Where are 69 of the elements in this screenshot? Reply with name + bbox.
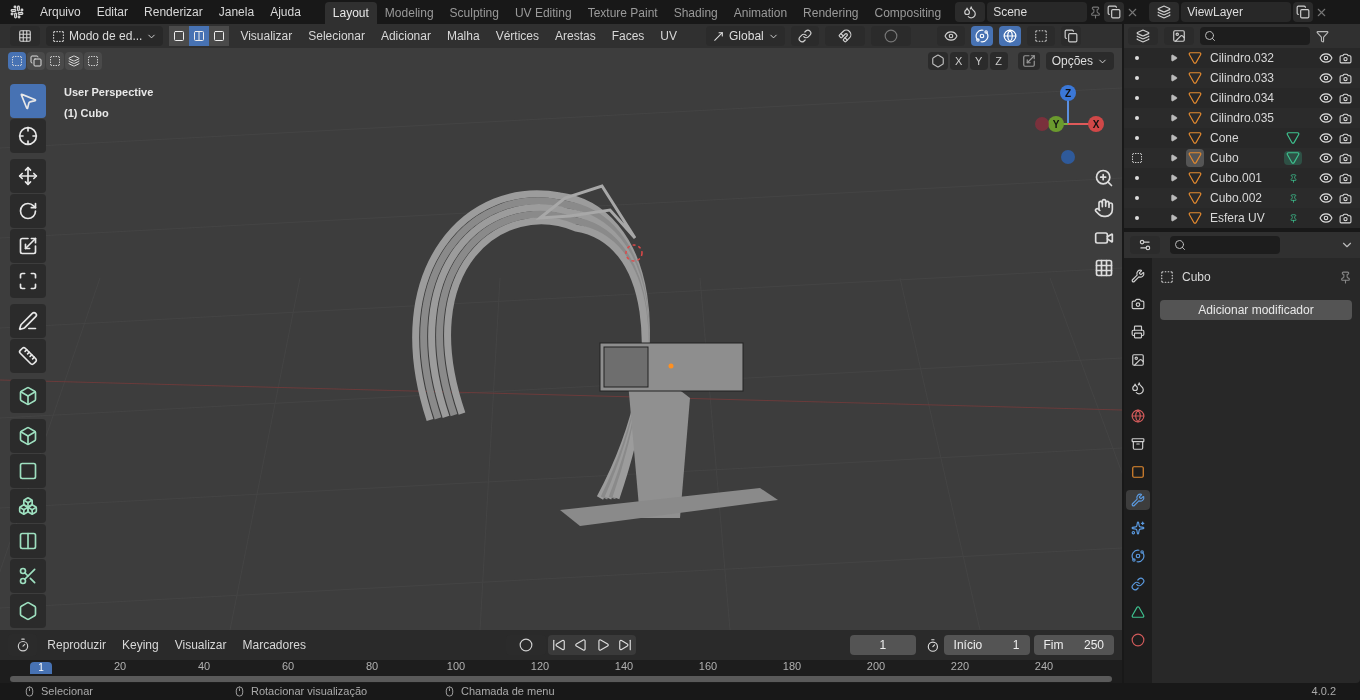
- menu-item[interactable]: Visualizar: [235, 27, 298, 45]
- frame-tick-label: 160: [698, 660, 718, 673]
- orientation-dropdown[interactable]: Global: [706, 26, 785, 46]
- workspace-tab[interactable]: Modeling: [376, 2, 442, 24]
- menu-item[interactable]: Visualizar: [168, 636, 233, 654]
- object-name: Cone: [1210, 130, 1240, 147]
- active-object-label: (1) Cubo: [64, 105, 110, 121]
- view-perspective-label: User Perspective: [64, 85, 154, 100]
- axis-gizmo[interactable]: Z Y X: [1030, 84, 1110, 168]
- status-hint: Selecionar: [41, 684, 93, 700]
- object-name: Cilindro.032: [1210, 50, 1276, 67]
- frame-tick-label: 120: [530, 660, 550, 673]
- frame-tick-label: 240: [1034, 660, 1054, 673]
- menu-item[interactable]: Keying: [116, 636, 165, 654]
- end-frame-field[interactable]: Fim 250: [1033, 635, 1114, 655]
- menu-item[interactable]: Editar: [88, 3, 137, 21]
- menu-item[interactable]: UV: [655, 27, 683, 45]
- workspace-tab[interactable]: UV Editing: [506, 2, 580, 24]
- add-modifier-button[interactable]: Adicionar modificador: [1160, 300, 1352, 320]
- menu-item[interactable]: Malha: [441, 27, 485, 45]
- axis-toggle[interactable]: Y: [969, 52, 988, 70]
- menu-item[interactable]: Reproduzir: [41, 636, 112, 654]
- current-frame-field[interactable]: 1: [849, 635, 916, 655]
- view-layer-field[interactable]: ViewLayer: [1181, 2, 1292, 22]
- frame-tick-label: 140: [614, 660, 634, 673]
- object-name: Cilindro.034: [1210, 90, 1276, 107]
- menu-item[interactable]: Renderizar: [136, 3, 211, 21]
- status-hint: Rotacionar visualização: [251, 684, 368, 700]
- status-hint: Chamada de menu: [461, 684, 555, 700]
- object-name: Cilindro.033: [1210, 70, 1276, 87]
- object-name: Cubo.002: [1210, 190, 1264, 207]
- mode-dropdown[interactable]: Modo de ed...: [46, 26, 164, 46]
- frame-tick-label: 200: [866, 660, 886, 673]
- scene-field[interactable]: Scene: [987, 2, 1088, 22]
- object-name: Esfera UV: [1210, 210, 1266, 227]
- menu-item[interactable]: Faces: [606, 27, 650, 45]
- axis-toggle[interactable]: X: [949, 52, 968, 70]
- frame-tick-label: 180: [782, 660, 802, 673]
- menu-item[interactable]: Ajuda: [262, 3, 309, 21]
- frame-tick-label: 100: [446, 660, 466, 673]
- start-frame-field[interactable]: Início 1: [943, 635, 1030, 655]
- menu-item[interactable]: Vértices: [490, 27, 544, 45]
- workspace-tab[interactable]: Shading: [665, 2, 726, 24]
- workspace-tab[interactable]: Texture Paint: [579, 2, 666, 24]
- object-name: Cubo.001: [1210, 170, 1264, 187]
- object-name: Cilindro.035: [1210, 110, 1276, 127]
- version-label: 4.0.2: [1311, 684, 1336, 700]
- menu-item[interactable]: Marcadores: [236, 636, 312, 654]
- menu-item[interactable]: Adicionar: [375, 27, 436, 45]
- menu-item[interactable]: Selecionar: [303, 27, 370, 45]
- frame-tick-label: 20: [113, 660, 127, 673]
- object-name: Cubo: [1182, 269, 1211, 286]
- axis-toggle[interactable]: Z: [989, 52, 1008, 70]
- frame-tick-label: 40: [197, 660, 211, 673]
- workspace-tab[interactable]: Compositing: [866, 2, 950, 24]
- workspace-tab[interactable]: Sculpting: [441, 2, 507, 24]
- frame-tick-label: 220: [950, 660, 970, 673]
- object-name: Cubo: [1210, 150, 1240, 167]
- workspace-tab[interactable]: Animation: [725, 2, 796, 24]
- workspace-tab[interactable]: Rendering: [795, 2, 867, 24]
- menu-item[interactable]: Janela: [210, 3, 263, 21]
- frame-marker: 1: [30, 662, 52, 674]
- options-dropdown[interactable]: Opções: [1045, 52, 1114, 70]
- viewport[interactable]: X Y Z Opções User Perspective (1) Cubo Z Y X: [0, 48, 1122, 630]
- frame-tick-label: 80: [365, 660, 379, 673]
- menu-item[interactable]: Arestas: [550, 27, 601, 45]
- menu-item[interactable]: Arquivo: [32, 3, 89, 21]
- workspace-tab[interactable]: Layout: [324, 2, 377, 24]
- frame-tick-label: 60: [281, 660, 295, 673]
